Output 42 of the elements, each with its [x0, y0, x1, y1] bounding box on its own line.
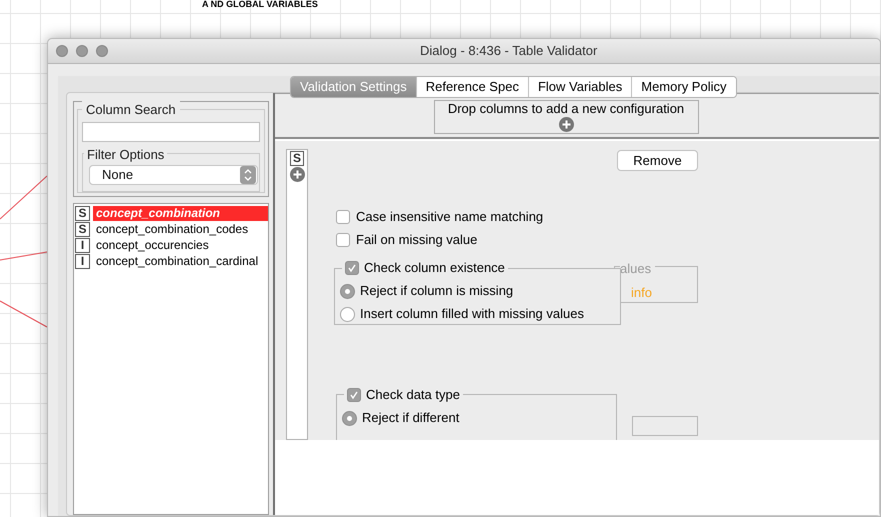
close-button[interactable] [56, 45, 68, 57]
remove-button[interactable]: Remove [617, 150, 698, 171]
column-search-field[interactable] [82, 122, 260, 142]
info-label: info [631, 284, 652, 302]
filter-dropdown[interactable]: None [89, 165, 258, 185]
type-badge: I [75, 254, 90, 268]
column-item[interactable]: concept_combination [93, 206, 268, 220]
checkbox[interactable] [336, 210, 350, 224]
radio-label: Insert column filled with missing values [360, 305, 584, 324]
checkbox[interactable] [336, 233, 350, 247]
annotation-text: A ND GLOBAL VARIABLES [202, 0, 318, 9]
drop-area[interactable]: Drop columns to add a new configuration [434, 100, 698, 134]
checkbox[interactable] [345, 261, 359, 275]
connection-line [0, 252, 48, 260]
checkbox-label: Case insensitive name matching [356, 208, 544, 226]
check-icon [349, 390, 359, 400]
check-icon [347, 263, 357, 273]
type-badge: I [75, 238, 90, 252]
tab[interactable]: Flow Variables [528, 77, 632, 97]
radio-label: Reject if different [362, 409, 460, 428]
add-icon [558, 117, 574, 132]
checkbox-label: Check column existence [364, 259, 505, 278]
drop-label: Drop columns to add a new configuration [448, 101, 684, 117]
connection-line [0, 300, 48, 328]
column-item[interactable]: concept_combination_cardinal [93, 254, 268, 268]
window-title: Dialog - 8:436 - Table Validator [420, 42, 598, 60]
tab[interactable]: Memory Policy [631, 77, 736, 97]
minimize-button[interactable] [76, 45, 88, 57]
column-item[interactable]: concept_occurencies [93, 238, 268, 252]
type-badge: S [290, 151, 304, 166]
stepper-icon [240, 166, 256, 184]
connection-line [0, 176, 48, 220]
radio-label: Reject if column is missing [360, 282, 514, 300]
type-badge: S [75, 206, 90, 220]
group-box [632, 416, 698, 436]
checkbox-label: Check data type [366, 386, 460, 404]
add-icon[interactable] [290, 167, 304, 182]
checkbox[interactable] [347, 388, 361, 402]
column-item[interactable]: concept_combination_codes [93, 222, 268, 236]
type-badge: S [75, 222, 90, 236]
checkbox-label: Fail on missing value [356, 231, 478, 250]
zoom-button[interactable] [96, 45, 108, 57]
